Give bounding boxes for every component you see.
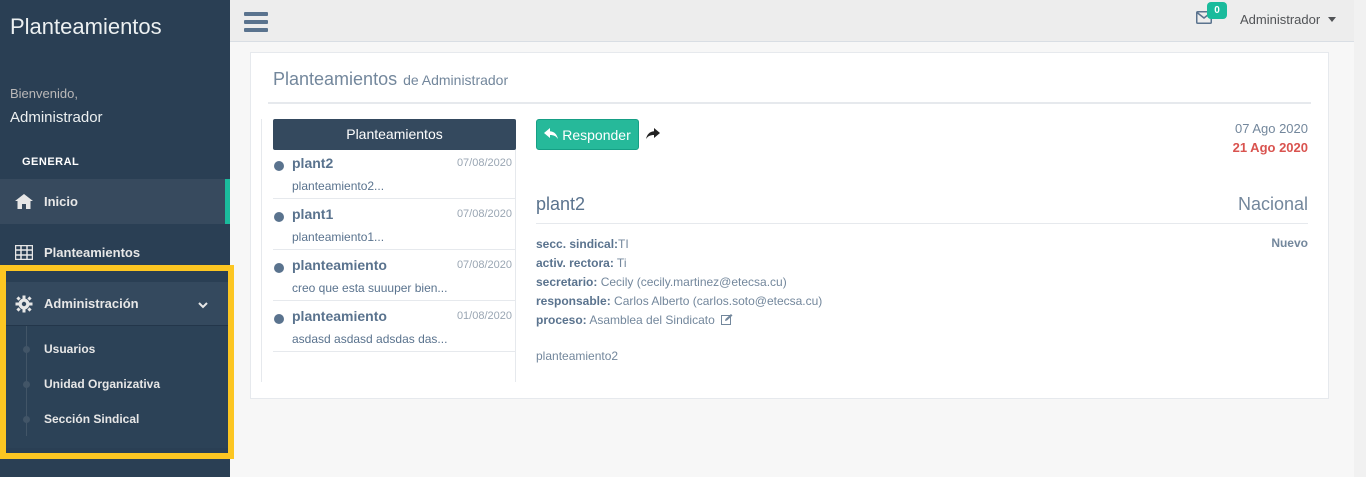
sidebar-item-label: Administración — [44, 296, 139, 311]
user-dropdown[interactable]: Administrador — [1240, 12, 1337, 27]
page-scrollbar[interactable] — [1354, 0, 1366, 477]
unread-dot-icon — [274, 314, 284, 324]
message-detail: Responder 07 Ago 2020 21 Ago 2020 plant2… — [536, 119, 1311, 382]
field-label: secretario: — [536, 275, 598, 289]
submenu-item-seccion-sindical[interactable]: Sección Sindical — [44, 412, 139, 426]
list-item[interactable]: planteamiento 01/08/2020 asdasd asdasd a… — [262, 306, 516, 357]
due-date: 21 Ago 2020 — [1232, 140, 1308, 155]
message-subject: planteamiento — [292, 257, 387, 273]
field-label: responsable: — [536, 294, 611, 308]
field-label: proceso: — [536, 313, 587, 327]
status-badge: Nuevo — [1271, 236, 1308, 250]
sidebar-item-label: Inicio — [44, 194, 78, 209]
user-name: Administrador — [1240, 12, 1321, 27]
reply-label: Responder — [562, 126, 631, 143]
divider — [273, 249, 516, 250]
divider — [273, 198, 516, 199]
reply-icon — [544, 127, 559, 143]
top-navbar: 0 Administrador — [230, 0, 1366, 42]
unread-dot-icon — [274, 161, 284, 171]
list-item[interactable]: planteamiento 07/08/2020 creo que esta s… — [262, 255, 516, 306]
field-proceso: proceso: Asamblea del Sindicato — [536, 311, 822, 331]
field-value: TI — [618, 237, 629, 251]
message-subject: plant2 — [292, 155, 334, 171]
field-value: Asamblea del Sindicato — [586, 313, 715, 327]
detail-subject: plant2 — [536, 194, 586, 214]
reply-button[interactable]: Responder — [536, 119, 639, 150]
list-item[interactable]: plant1 07/08/2020 planteamiento1... — [262, 204, 516, 255]
welcome-text: Bienvenido, — [10, 86, 78, 101]
divider — [273, 300, 516, 301]
submenu-dot — [23, 381, 30, 388]
edit-icon[interactable] — [721, 312, 733, 331]
message-snippet: creo que esta suuuper bien... — [292, 281, 448, 295]
sidebar-item-inicio[interactable]: Inicio — [0, 179, 230, 224]
field-label: activ. rectora: — [536, 256, 614, 270]
message-body: planteamiento2 — [536, 349, 619, 363]
sidebar-item-planteamientos[interactable]: Planteamientos — [0, 230, 230, 275]
sidebar-username: Administrador — [10, 109, 103, 126]
message-date: 07/08/2020 — [456, 157, 512, 169]
field-activ-rectora: activ. rectora: Ti — [536, 254, 822, 273]
forward-icon[interactable] — [646, 127, 660, 145]
page-subtitle: de Administrador — [403, 72, 509, 88]
submenu-dot — [23, 416, 30, 423]
submenu-item-unidad-organizativa[interactable]: Unidad Organizativa — [44, 377, 160, 391]
admin-submenu: Usuarios Unidad Organizativa Sección Sin… — [0, 326, 230, 448]
sidebar-item-label: Planteamientos — [44, 245, 141, 260]
field-secc-sindical: secc. sindical:TI — [536, 235, 822, 254]
message-snippet: planteamiento1... — [292, 230, 385, 244]
mail-count-badge: 0 — [1207, 2, 1227, 19]
page-title-text: Planteamientos — [273, 69, 398, 89]
sidebar: Planteamientos Bienvenido, Administrador… — [0, 0, 234, 477]
field-responsable: responsable: Carlos Alberto (carlos.soto… — [536, 292, 822, 311]
field-value: Ti — [613, 256, 627, 270]
table-icon — [14, 244, 34, 262]
field-value: Cecily (cecily.martinez@etecsa.cu) — [597, 275, 787, 289]
app-title[interactable]: Planteamientos — [10, 14, 162, 40]
message-list: Planteamientos plant2 07/08/2020 plantea… — [261, 119, 516, 382]
list-header-button[interactable]: Planteamientos — [273, 119, 516, 150]
message-subject: plant1 — [292, 206, 334, 222]
caret-down-icon — [1328, 17, 1337, 22]
submenu-item-usuarios[interactable]: Usuarios — [44, 342, 95, 356]
unread-dot-icon — [274, 212, 284, 222]
sent-date: 07 Ago 2020 — [1234, 121, 1308, 136]
submenu-dot — [23, 346, 30, 353]
field-value: Carlos Alberto (carlos.soto@etecsa.cu) — [610, 294, 823, 308]
message-date: 07/08/2020 — [456, 259, 512, 271]
message-subject: planteamiento — [292, 308, 387, 324]
gear-icon — [14, 295, 34, 313]
detail-fields: secc. sindical:TI activ. rectora: Ti sec… — [536, 235, 822, 331]
detail-scope: Nacional — [1237, 194, 1308, 214]
menu-toggle-icon[interactable] — [244, 12, 268, 32]
field-secretario: secretario: Cecily (cecily.martinez@etec… — [536, 273, 822, 292]
list-item[interactable]: plant2 07/08/2020 planteamiento2... — [262, 153, 516, 204]
sidebar-item-administracion[interactable]: Administración — [0, 282, 230, 326]
page-title: Planteamientos de Administrador — [273, 69, 508, 90]
unread-dot-icon — [274, 263, 284, 273]
home-icon — [14, 193, 34, 211]
message-snippet: planteamiento2... — [292, 179, 385, 193]
field-label: secc. sindical: — [536, 237, 619, 251]
chevron-down-icon — [198, 297, 208, 312]
message-snippet: asdasd asdasd adsdas das... — [292, 332, 448, 346]
divider — [268, 102, 1311, 104]
menu-section-title: GENERAL — [22, 156, 80, 168]
message-date: 01/08/2020 — [456, 310, 512, 322]
main-panel: Planteamientos de Administrador Planteami… — [250, 52, 1329, 399]
divider — [536, 223, 1308, 224]
divider — [273, 351, 516, 352]
message-date: 07/08/2020 — [456, 208, 512, 220]
